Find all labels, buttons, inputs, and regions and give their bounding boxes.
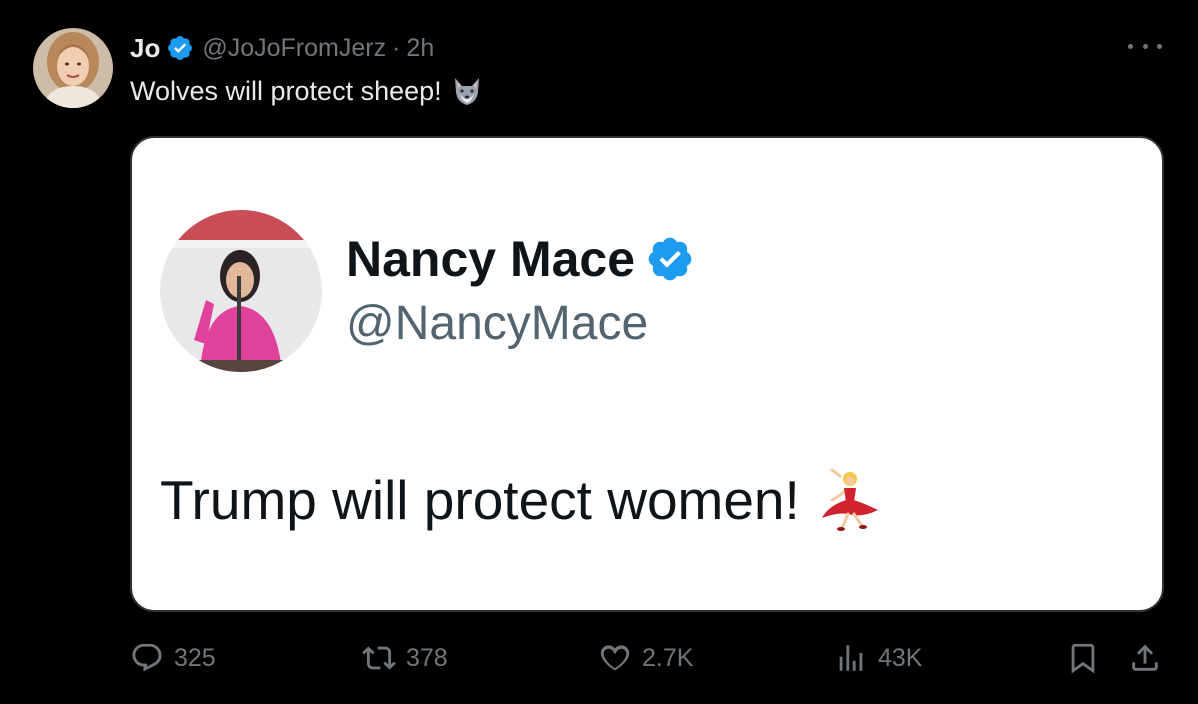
like-button[interactable]: 2.7K — [598, 636, 693, 680]
reply-button[interactable]: 325 — [130, 636, 216, 680]
image-display-name: Nancy Mace — [346, 231, 636, 287]
attached-image[interactable]: Nancy Mace @NancyMace Trump will protect… — [130, 136, 1164, 612]
reply-icon — [132, 643, 162, 672]
image-text-content: Trump will protect women! — [160, 469, 800, 531]
repost-icon — [362, 646, 396, 670]
author-avatar[interactable] — [33, 28, 113, 108]
author-display-name[interactable]: Jo — [130, 33, 160, 64]
post-text: Wolves will protect sheep! — [130, 74, 484, 108]
like-count: 2.7K — [642, 643, 694, 672]
views-count: 43K — [878, 643, 923, 672]
repost-count: 378 — [406, 643, 448, 672]
image-profile-avatar — [160, 210, 322, 372]
more-horizontal-icon[interactable] — [1128, 34, 1162, 58]
bookmark-icon — [1071, 643, 1095, 674]
wolf-emoji-icon — [450, 74, 484, 108]
repost-button[interactable]: 378 — [362, 636, 448, 680]
share-icon — [1132, 644, 1158, 671]
reply-count: 325 — [174, 643, 216, 672]
image-name-row: Nancy Mace — [346, 230, 695, 288]
image-verified-badge-icon — [645, 234, 695, 284]
views-button[interactable]: 43K — [834, 636, 922, 680]
bookmark-button[interactable] — [1066, 636, 1100, 680]
post-time[interactable]: 2h — [406, 34, 434, 63]
heart-icon — [600, 645, 630, 671]
post-text-content: Wolves will protect sheep! — [130, 75, 442, 106]
dancing-woman-emoji-icon — [818, 468, 882, 532]
image-text: Trump will protect women! — [160, 468, 882, 532]
separator-dot: · — [392, 33, 401, 62]
tweet[interactable]: Jo @JoJoFromJerz · 2h Wolves will protec… — [0, 0, 1198, 704]
share-button[interactable] — [1128, 636, 1162, 680]
image-handle: @NancyMace — [346, 297, 649, 350]
views-icon — [839, 645, 863, 671]
verified-badge-icon[interactable] — [166, 34, 194, 62]
post-header: Jo @JoJoFromJerz · 2h — [130, 30, 434, 66]
action-bar: 325 378 2.7K 43K — [130, 636, 1164, 680]
author-handle[interactable]: @JoJoFromJerz — [202, 34, 386, 63]
